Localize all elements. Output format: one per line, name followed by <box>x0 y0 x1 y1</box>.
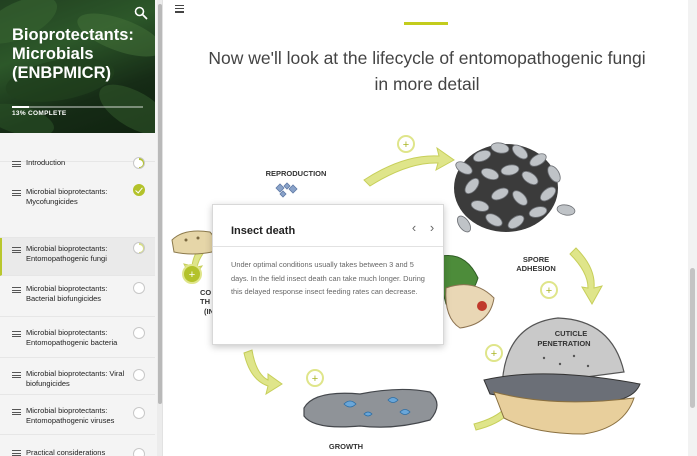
label-partial-co: CO <box>200 288 211 297</box>
hotspot-popup: Insect death ‹ › Under optimal condition… <box>212 204 444 345</box>
lesson-icon <box>12 161 21 167</box>
lesson-status-indicator <box>133 448 145 456</box>
growth-image <box>303 388 438 428</box>
lesson-icon <box>12 247 21 253</box>
lesson-icon <box>12 450 21 456</box>
hamburger-icon[interactable] <box>175 5 184 13</box>
course-title: Bioprotectants: Microbials (ENBPMICR) <box>12 26 134 82</box>
lesson-menu: Introduction Microbial bioprotectants: M… <box>0 133 155 456</box>
lesson-status-indicator <box>133 242 145 254</box>
lesson-label: Microbial bioprotectants: Viral biofungi… <box>26 369 125 388</box>
lesson-icon <box>12 331 21 337</box>
main-scrollbar[interactable] <box>688 0 697 456</box>
lesson-label: Microbial bioprotectants: Entomopathogen… <box>26 328 118 347</box>
lesson-item-entomopathogenic-bacteria[interactable]: Microbial bioprotectants: Entomopathogen… <box>0 317 155 358</box>
hotspot-growth[interactable]: + <box>306 369 324 387</box>
main-scrollbar-thumb[interactable] <box>690 268 695 408</box>
hotspot-cuticle-penetration[interactable]: + <box>485 344 503 362</box>
lesson-item-mycofungicides[interactable]: Microbial bioprotectants: Mycofungicides <box>0 184 155 238</box>
label-spore: SPORE <box>523 255 549 264</box>
hotspot-insect-death[interactable]: + <box>182 264 202 284</box>
label-reproduction: REPRODUCTION <box>266 169 327 178</box>
reproduction-spores-image <box>275 182 298 198</box>
search-icon[interactable] <box>133 5 149 21</box>
lesson-item-introduction[interactable]: Introduction <box>0 133 155 169</box>
arrow-reproduction-to-spores <box>363 146 455 187</box>
svg-text:+: + <box>491 348 497 360</box>
spore-cluster-image <box>454 142 576 233</box>
sidebar-scrollbar-thumb[interactable] <box>158 4 162 404</box>
lesson-status-indicator <box>133 184 145 196</box>
label-partial-th: TH <box>200 297 210 306</box>
lesson-item-practical-considerations[interactable]: Practical considerations <box>0 435 155 456</box>
course-progress-label: 13% COMPLETE <box>12 110 67 117</box>
label-growth: GROWTH <box>329 442 363 451</box>
section-divider <box>404 22 448 25</box>
next-icon[interactable]: › <box>426 221 438 235</box>
caterpillar-image <box>171 230 216 255</box>
lesson-status-indicator <box>133 327 145 339</box>
arrow-spores-to-adhesion <box>569 247 603 306</box>
lesson-status-indicator <box>133 282 145 294</box>
svg-text:+: + <box>403 139 409 151</box>
lesson-item-entomopathogenic-viruses[interactable]: Microbial bioprotectants: Entomopathogen… <box>0 395 155 435</box>
lesson-status-indicator <box>133 369 145 381</box>
lesson-label: Introduction <box>26 158 66 167</box>
hotspot-spore-adhesion[interactable]: + <box>540 281 558 299</box>
label-penetration: PENETRATION <box>537 339 590 348</box>
hotspot-reproduction[interactable]: + <box>397 135 415 153</box>
lesson-label: Microbial bioprotectants: Mycofungicides <box>26 187 108 206</box>
lesson-label: Microbial bioprotectants: Entomopathogen… <box>26 244 108 263</box>
lesson-item-bacterial-biofungicides[interactable]: Microbial bioprotectants: Bacterial biof… <box>0 276 155 317</box>
page-heading: Now we'll look at the lifecycle of entom… <box>208 48 646 94</box>
previous-icon[interactable]: ‹ <box>408 221 420 235</box>
lesson-item-entomopathogenic-fungi[interactable]: Microbial bioprotectants: Entomopathogen… <box>0 238 155 276</box>
lesson-icon <box>12 409 21 415</box>
label-cuticle: CUTICLE <box>555 329 588 338</box>
lesson-label: Practical considerations <box>26 448 106 456</box>
lesson-icon <box>12 287 21 293</box>
sidebar-scrollbar[interactable] <box>157 0 162 456</box>
lesson-icon <box>12 190 21 196</box>
lesson-label: Microbial bioprotectants: Entomopathogen… <box>26 406 115 425</box>
lesson-status-indicator <box>133 157 145 169</box>
svg-text:+: + <box>312 373 318 385</box>
popup-title: Insect death <box>231 225 296 237</box>
svg-text:+: + <box>546 285 552 297</box>
course-header: Bioprotectants: Microbials (ENBPMICR) 13… <box>0 0 155 133</box>
lesson-icon <box>12 372 21 378</box>
popup-divider <box>213 246 443 247</box>
lesson-label: Microbial bioprotectants: Bacterial biof… <box>26 284 108 303</box>
popup-body: Under optimal conditions usually takes b… <box>231 260 425 296</box>
course-progress-bar <box>12 106 143 108</box>
arrow-death-to-growth-left <box>243 349 283 396</box>
lesson-status-indicator <box>133 407 145 419</box>
course-progress-fill <box>12 106 30 108</box>
svg-text:+: + <box>189 269 195 281</box>
lesson-item-viral-biofungicides[interactable]: Microbial bioprotectants: Viral biofungi… <box>0 358 155 395</box>
sidebar: Bioprotectants: Microbials (ENBPMICR) 13… <box>0 0 163 456</box>
label-adhesion: ADHESION <box>516 264 556 273</box>
